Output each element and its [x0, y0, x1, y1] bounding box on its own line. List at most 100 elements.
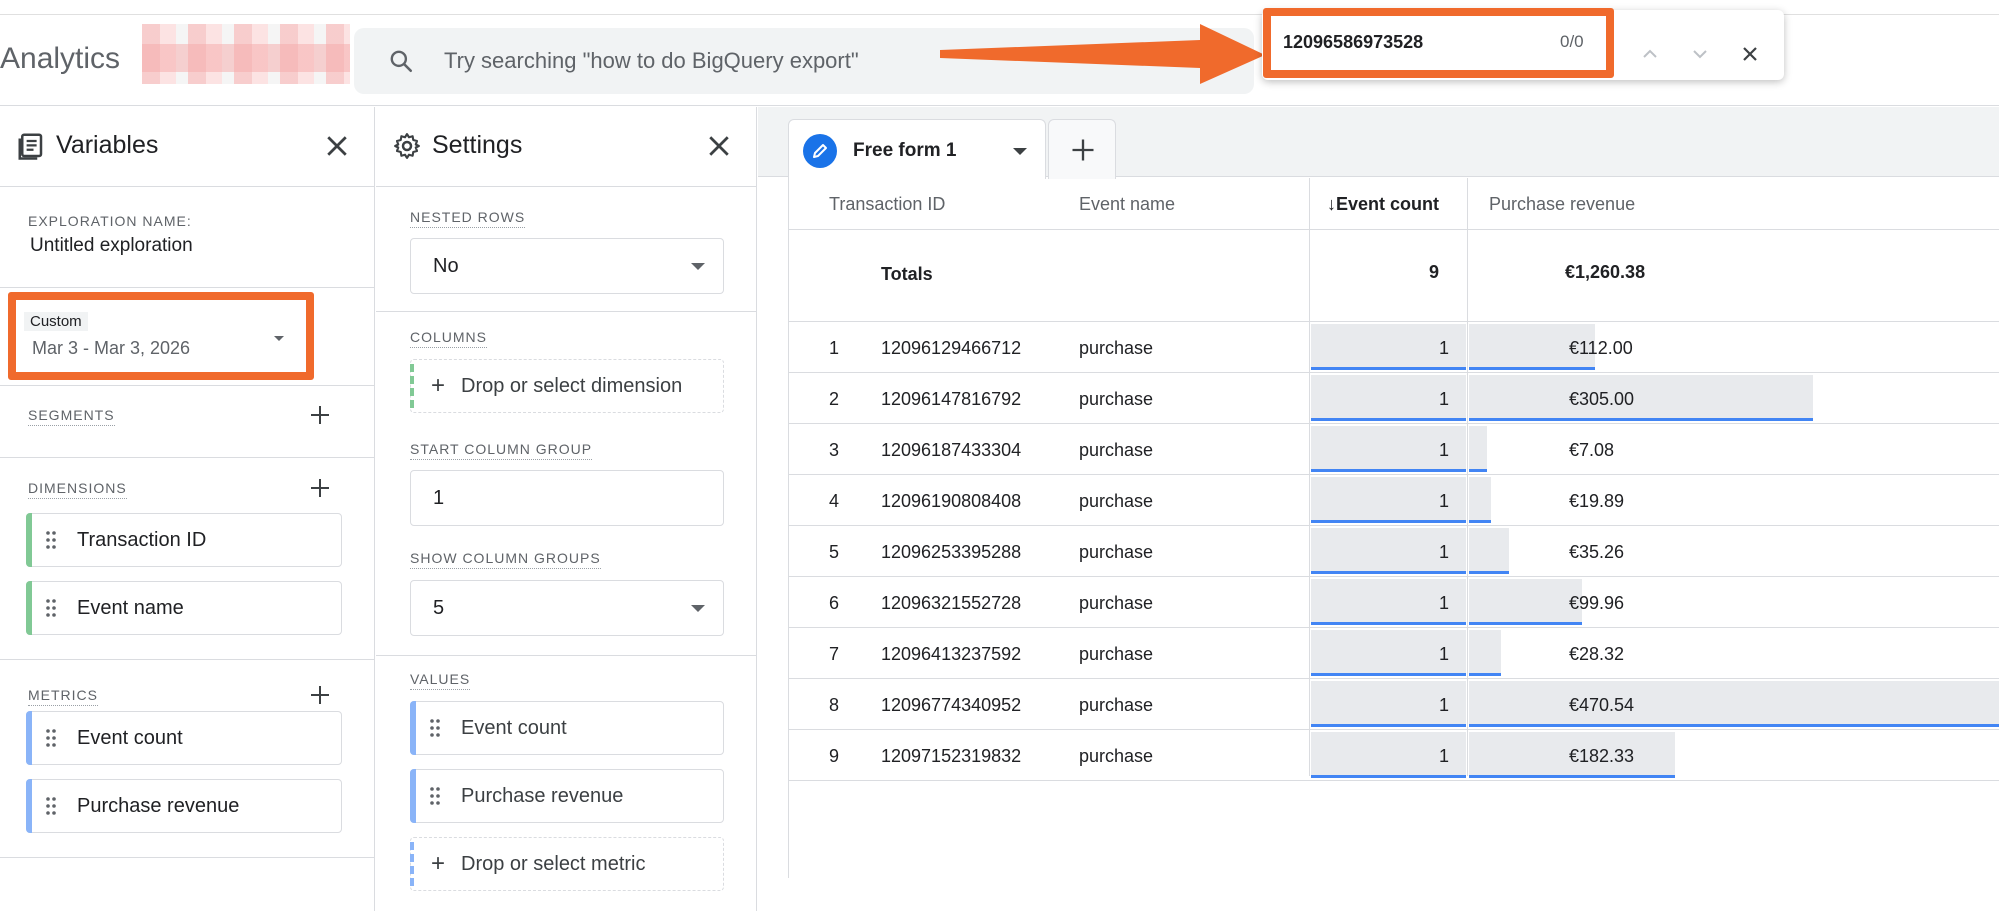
transaction-id: 12096129466712: [881, 338, 1022, 358]
table-row[interactable]: 6 12096321552728 purchase 1 €99.96: [789, 577, 1999, 628]
dimension-color-bar: [26, 513, 32, 567]
date-range-dropdown-icon[interactable]: [274, 336, 284, 341]
purchase-revenue: €99.96: [1569, 593, 1625, 613]
add-segment-icon[interactable]: [308, 403, 332, 427]
drag-handle-icon[interactable]: [45, 728, 57, 748]
header-event-name[interactable]: Event name: [1079, 194, 1175, 215]
table-row[interactable]: 4 12096190808408 purchase 1 €19.89: [789, 475, 1999, 526]
close-icon[interactable]: [704, 131, 734, 161]
table-row[interactable]: 2 12096147816792 purchase 1 €305.00: [789, 373, 1999, 424]
value-chip[interactable]: Purchase revenue: [410, 769, 724, 823]
metric-label: Event count: [77, 727, 183, 749]
dimension-chip[interactable]: Transaction ID: [26, 513, 342, 567]
columns-drop-label: Drop or select dimension: [461, 375, 683, 397]
date-range-highlight[interactable]: [8, 292, 314, 380]
add-tab-button[interactable]: [1048, 119, 1116, 179]
totals-event-count: 9: [1429, 262, 1440, 282]
metric-chip[interactable]: Purchase revenue: [26, 779, 342, 833]
drag-handle-icon[interactable]: [45, 598, 57, 618]
chevron-down-icon[interactable]: [1013, 148, 1027, 155]
table-header-row: Transaction ID Event name ↓Event count P…: [789, 178, 1999, 230]
drag-handle-icon[interactable]: [429, 786, 441, 806]
metric-chip[interactable]: Event count: [26, 711, 342, 765]
metric-label: Purchase revenue: [77, 795, 240, 817]
table-row[interactable]: 3 12096187433304 purchase 1 €7.08: [789, 424, 1999, 475]
event-count: 1: [1439, 389, 1450, 409]
tab-label: Free form 1: [853, 140, 957, 161]
totals-label: Totals: [881, 264, 933, 284]
show-column-groups-select[interactable]: 5: [410, 580, 724, 636]
values-label: VALUES: [410, 671, 471, 690]
exploration-name-label: EXPLORATION NAME:: [28, 213, 192, 229]
section-divider: [376, 655, 757, 656]
dimension-chip[interactable]: Event name: [26, 581, 342, 635]
add-metric-icon[interactable]: [308, 683, 332, 707]
totals-revenue: €1,260.38: [1565, 262, 1646, 282]
section-divider: [0, 287, 375, 288]
start-column-group-input[interactable]: 1: [410, 470, 724, 526]
drag-handle-icon[interactable]: [45, 796, 57, 816]
row-number: 3: [829, 440, 840, 460]
section-divider: [0, 857, 375, 858]
close-icon[interactable]: [322, 131, 352, 161]
revenue-bar: [1469, 579, 1582, 625]
row-number: 6: [829, 593, 840, 613]
table-row[interactable]: 7 12096413237592 purchase 1 €28.32: [789, 628, 1999, 679]
data-table: Transaction ID Event name ↓Event count P…: [788, 178, 1999, 878]
event-count: 1: [1439, 440, 1450, 460]
revenue-bar: [1469, 477, 1491, 523]
values-drop-zone[interactable]: + Drop or select metric: [410, 837, 724, 891]
dimension-color-bar: [26, 581, 32, 635]
event-count: 1: [1439, 644, 1450, 664]
row-number: 4: [829, 491, 840, 511]
totals-row: Totals 9 €1,260.38: [789, 230, 1999, 322]
columns-drop-zone[interactable]: + Drop or select dimension: [410, 359, 724, 413]
purchase-revenue: €470.54: [1569, 695, 1635, 715]
value-label: Event count: [461, 717, 567, 739]
chevron-down-icon: [1693, 50, 1707, 59]
section-divider: [0, 659, 375, 660]
settings-panel: Settings NESTED ROWS No COLUMNS + Drop o…: [376, 107, 757, 911]
exploration-name[interactable]: Untitled exploration: [30, 235, 193, 257]
find-input[interactable]: 12096586973528: [1283, 32, 1423, 53]
header-purchase-revenue[interactable]: Purchase revenue: [1489, 194, 1635, 215]
search-placeholder[interactable]: Try searching "how to do BigQuery export…: [444, 48, 859, 74]
dimensions-label: DIMENSIONS: [28, 480, 127, 499]
event-name: purchase: [1079, 440, 1154, 460]
event-count: 1: [1439, 746, 1450, 766]
table-row[interactable]: 5 12096253395288 purchase 1 €35.26: [789, 526, 1999, 577]
row-number: 2: [829, 389, 840, 409]
nested-rows-select[interactable]: No: [410, 238, 724, 294]
revenue-bar: [1469, 630, 1501, 676]
add-dimension-icon[interactable]: [308, 476, 332, 500]
table-row[interactable]: 1 12096129466712 purchase 1 €112.00: [789, 322, 1999, 373]
find-prev-button[interactable]: [1634, 38, 1666, 70]
find-next-button[interactable]: [1684, 38, 1716, 70]
variables-title: Variables: [56, 131, 159, 159]
purchase-revenue: €7.08: [1569, 440, 1615, 460]
variables-header: Variables: [0, 107, 374, 187]
drag-handle-icon[interactable]: [45, 530, 57, 550]
drag-handle-icon[interactable]: [429, 718, 441, 738]
find-close-button[interactable]: [1734, 38, 1766, 70]
segments-label: SEGMENTS: [28, 407, 115, 426]
table-row[interactable]: 8 12096774340952 purchase 1 €470.54: [789, 679, 1999, 730]
header-event-count[interactable]: ↓Event count: [1327, 194, 1439, 215]
revenue-bar: [1469, 528, 1509, 574]
event-count: 1: [1439, 338, 1450, 358]
tab-free-form-1[interactable]: Free form 1: [788, 119, 1046, 179]
event-count: 1: [1439, 491, 1450, 511]
metric-color-bar: [26, 779, 32, 833]
date-range-value[interactable]: Mar 3 - Mar 3, 2026: [32, 338, 190, 359]
annotation-arrow: [940, 24, 1265, 84]
start-column-group-value: 1: [433, 487, 445, 509]
row-number: 8: [829, 695, 840, 715]
transaction-id: 12096774340952: [881, 695, 1022, 715]
header-transaction-id[interactable]: Transaction ID: [829, 194, 945, 215]
value-chip[interactable]: Event count: [410, 701, 724, 755]
close-icon: [1743, 47, 1757, 61]
table-row[interactable]: 9 12097152319832 purchase 1 €182.33: [789, 730, 1999, 781]
event-count: 1: [1439, 593, 1450, 613]
start-column-group-label: START COLUMN GROUP: [410, 441, 593, 460]
event-count: 1: [1439, 542, 1450, 562]
